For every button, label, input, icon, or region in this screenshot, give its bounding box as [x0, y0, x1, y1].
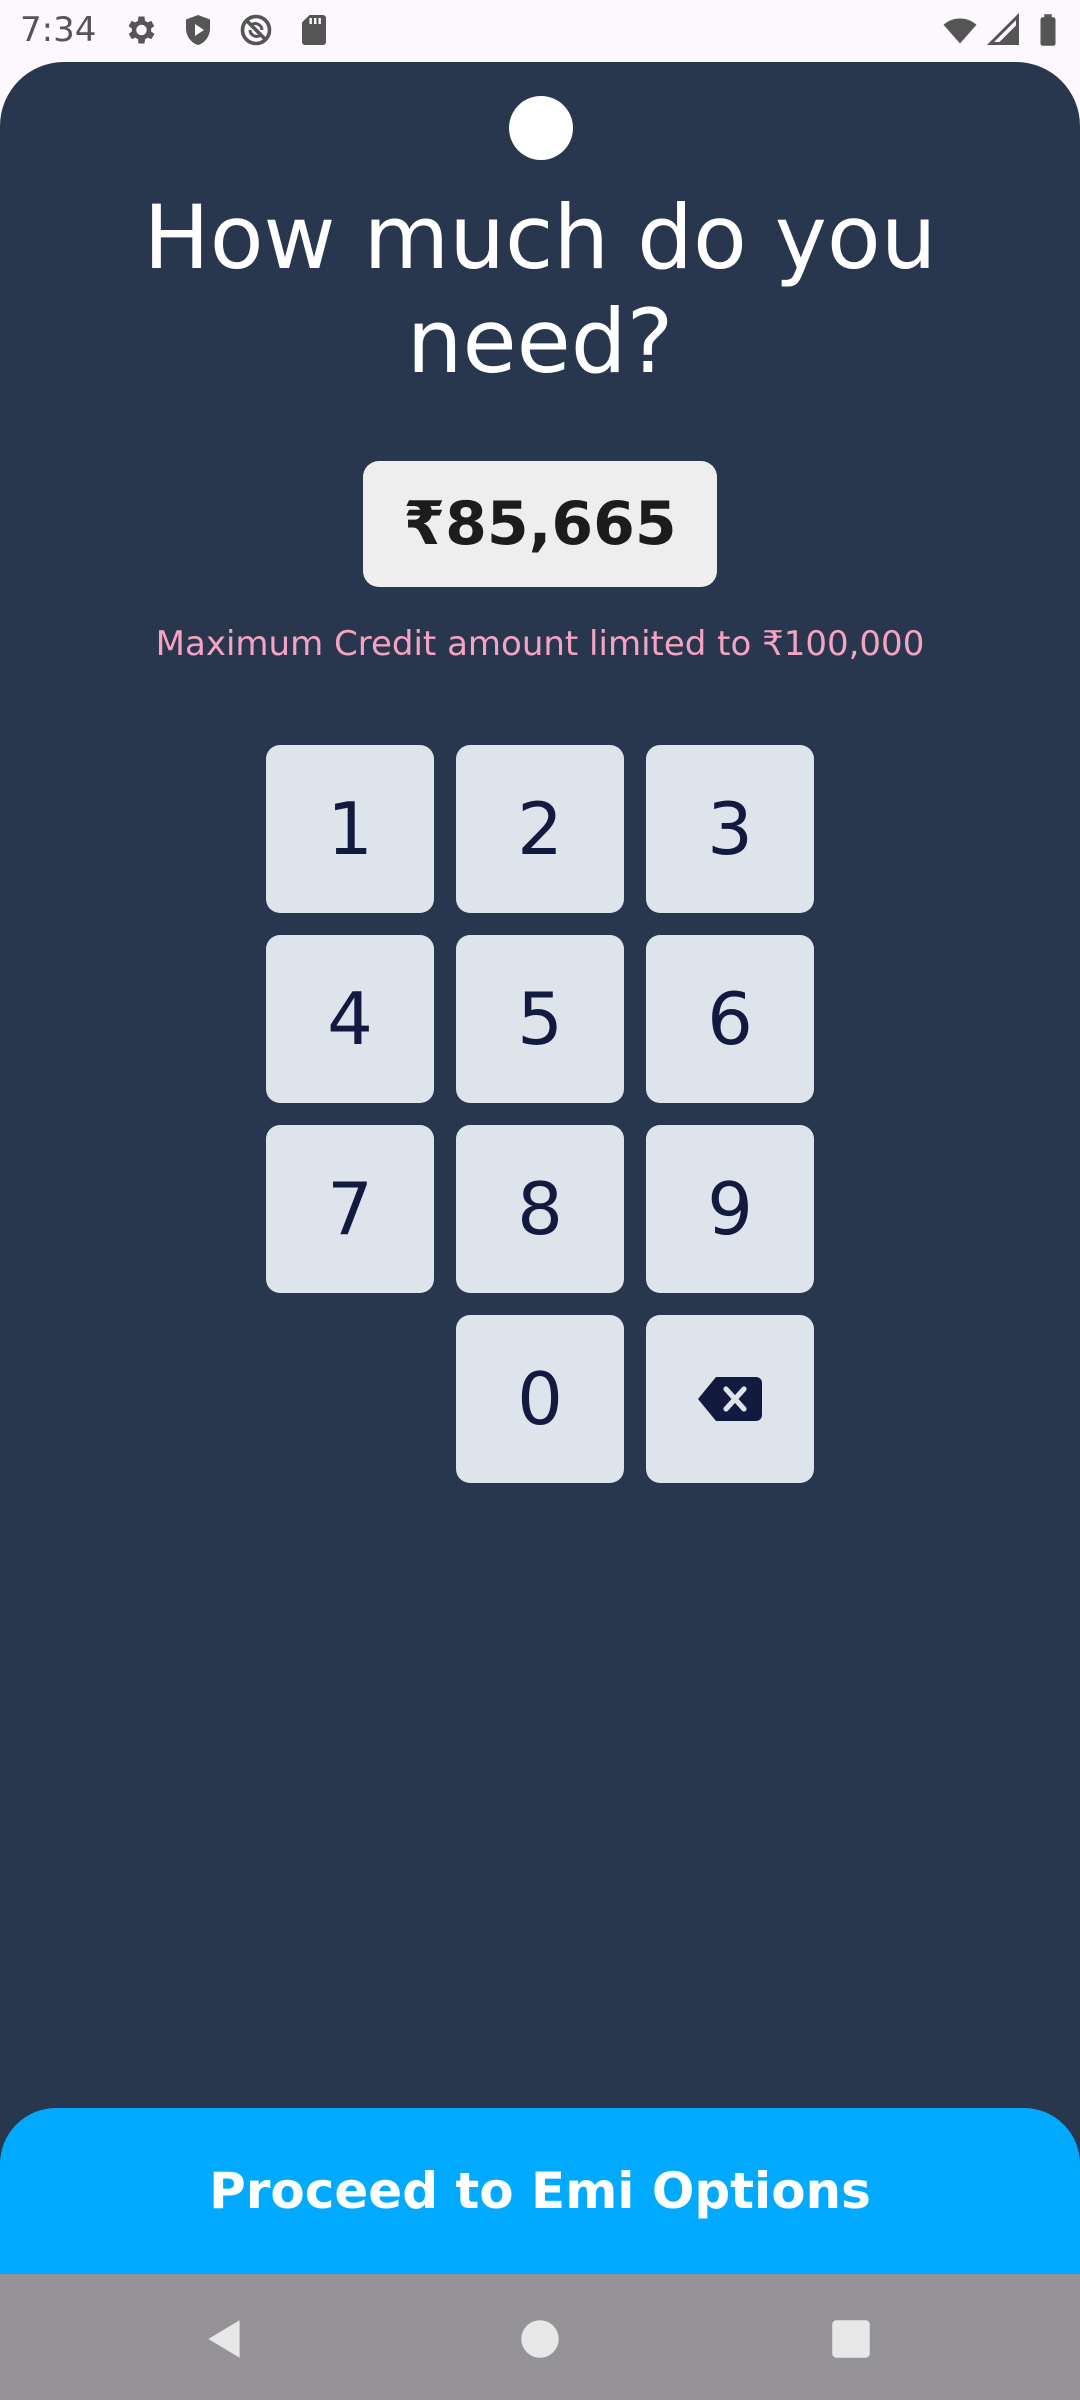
amount-display: ₹85,665 — [363, 461, 717, 587]
key-1[interactable]: 1 — [266, 745, 434, 913]
backspace-icon — [698, 1377, 762, 1421]
backspace-key[interactable] — [646, 1315, 814, 1483]
key-7[interactable]: 7 — [266, 1125, 434, 1293]
recents-icon[interactable] — [826, 2314, 876, 2364]
system-nav-bar — [0, 2274, 1080, 2400]
key-5[interactable]: 5 — [456, 935, 624, 1103]
key-8[interactable]: 8 — [456, 1125, 624, 1293]
numeric-keypad: 1 2 3 4 5 6 7 8 9 0 — [266, 745, 814, 1483]
home-icon[interactable] — [515, 2314, 565, 2364]
key-0[interactable]: 0 — [456, 1315, 624, 1483]
amount-entry-panel: How much do you need? ₹85,665 Maximum Cr… — [0, 62, 1080, 2272]
keypad-spacer — [266, 1315, 434, 1483]
wifi-icon — [943, 18, 977, 44]
sd-card-icon — [302, 15, 326, 45]
drag-handle — [509, 96, 573, 160]
proceed-button-label: Proceed to Emi Options — [209, 2162, 871, 2220]
key-4[interactable]: 4 — [266, 935, 434, 1103]
key-2[interactable]: 2 — [456, 745, 624, 913]
amount-value: ₹85,665 — [403, 489, 677, 559]
key-6[interactable]: 6 — [646, 935, 814, 1103]
proceed-button[interactable]: Proceed to Emi Options — [0, 2108, 1080, 2274]
status-bar: 7:34 — [0, 0, 1080, 62]
battery-icon — [1040, 14, 1056, 46]
status-time: 7:34 — [20, 10, 97, 50]
credit-limit-note: Maximum Credit amount limited to ₹100,00… — [155, 624, 925, 664]
back-icon[interactable] — [200, 2314, 250, 2364]
key-3[interactable]: 3 — [646, 745, 814, 913]
no-sync-icon — [240, 14, 272, 46]
shield-play-icon — [186, 15, 210, 45]
page-title: How much do you need? — [143, 186, 937, 393]
signal-icon — [986, 12, 1019, 45]
gear-icon — [128, 16, 155, 44]
key-9[interactable]: 9 — [646, 1125, 814, 1293]
